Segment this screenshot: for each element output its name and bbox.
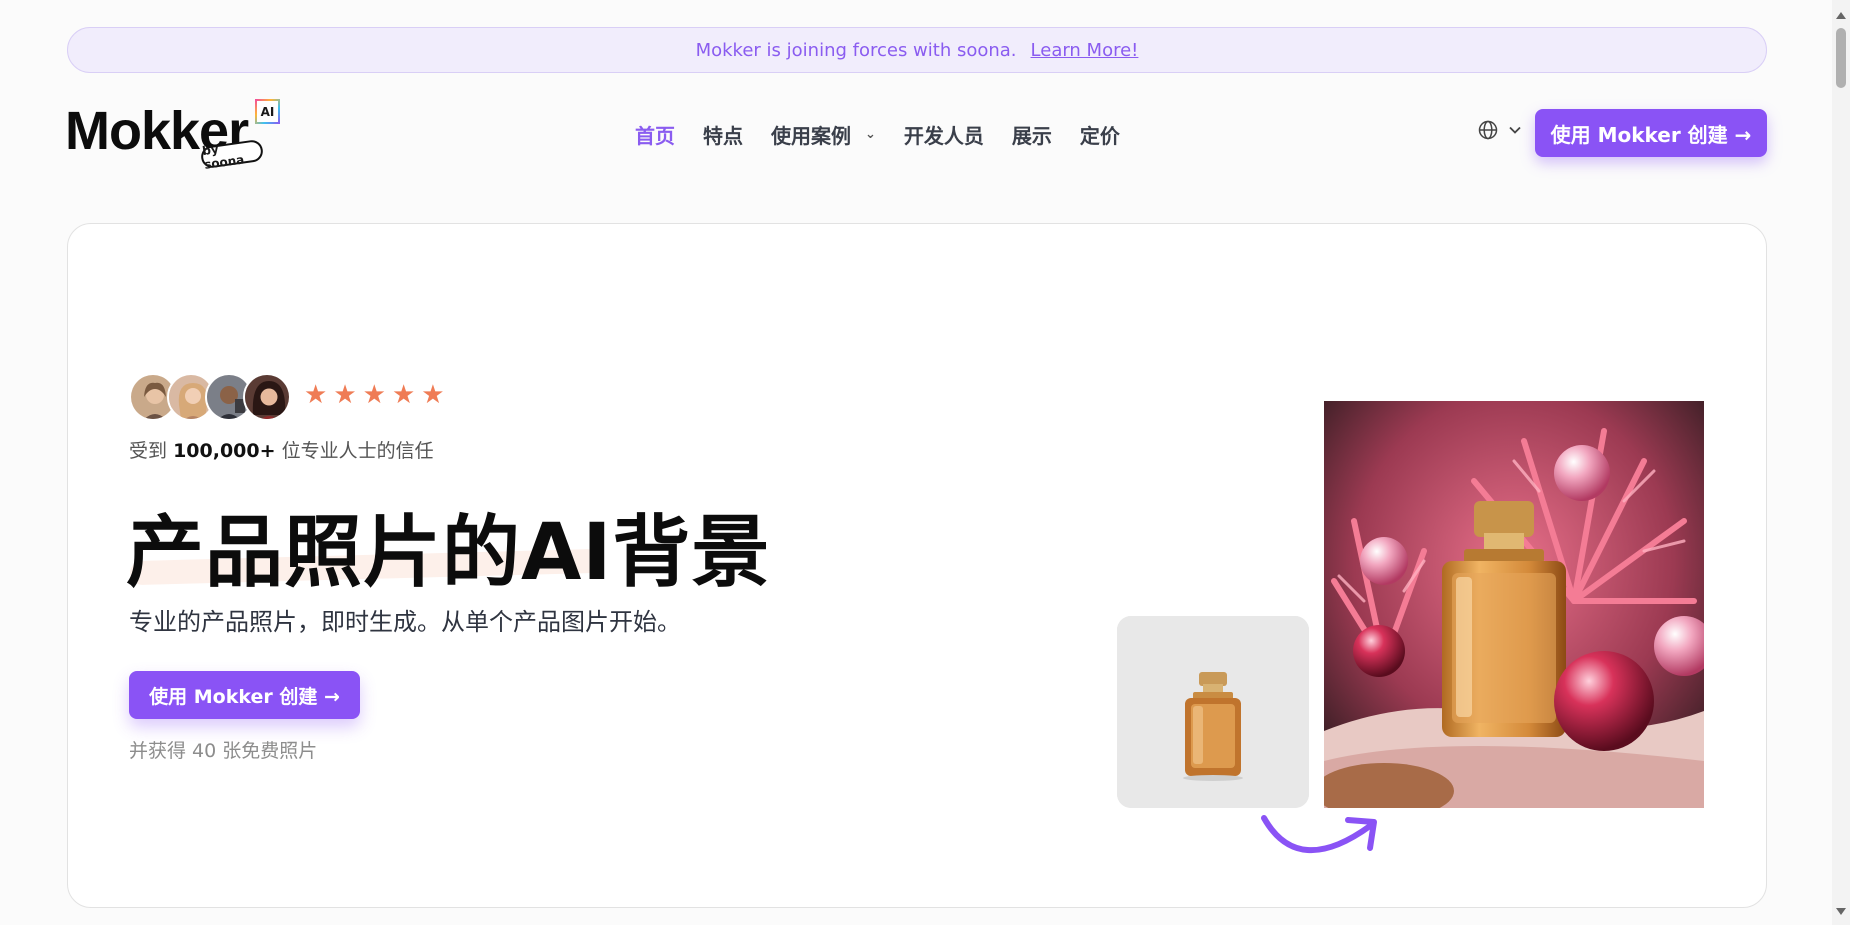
nav-item-showcase[interactable]: 展示 <box>1012 120 1052 149</box>
hero-headline: 产品照片的AI背景 <box>126 508 771 598</box>
nav-item-use-cases[interactable]: 使用案例 ⌄ <box>771 120 876 149</box>
after-product-image <box>1324 401 1704 808</box>
learn-more-link[interactable]: Learn More! <box>1031 40 1139 61</box>
announcement-banner: Mokker is joining forces with soona. Lea… <box>67 27 1767 73</box>
globe-icon <box>1478 120 1498 140</box>
star-icon: ★ <box>421 380 445 410</box>
nav-item-features[interactable]: 特点 <box>703 120 743 149</box>
language-selector[interactable] <box>1478 120 1522 140</box>
page-scrollbar[interactable] <box>1832 0 1850 925</box>
scroll-thumb[interactable] <box>1836 28 1846 88</box>
page: Mokker is joining forces with soona. Lea… <box>0 0 1850 925</box>
logo-byline: by soona <box>199 138 265 172</box>
hero-create-button[interactable]: 使用 Mokker 创建 → <box>129 671 360 719</box>
nav-item-use-cases-label: 使用案例 <box>771 123 851 148</box>
transform-arrow-icon <box>1261 815 1377 853</box>
before-product-image <box>1117 616 1309 808</box>
banner-text: Mokker is joining forces with soona. <box>695 39 1017 61</box>
mokker-logo[interactable]: Mokker AI by soona <box>65 96 295 176</box>
star-rating: ★ ★ ★ ★ ★ <box>304 380 445 410</box>
star-icon: ★ <box>304 380 328 410</box>
nav-item-pricing[interactable]: 定价 <box>1080 120 1120 149</box>
avatar <box>243 373 291 421</box>
header-create-button[interactable]: 使用 Mokker 创建 → <box>1535 109 1767 157</box>
trust-suffix: 位专业人士的信任 <box>281 440 434 462</box>
scroll-down-icon[interactable] <box>1836 908 1846 915</box>
nav-item-home[interactable]: 首页 <box>635 120 675 149</box>
scroll-up-icon[interactable] <box>1836 12 1846 19</box>
nav-item-developers[interactable]: 开发人员 <box>904 120 984 149</box>
hero-subhead: 专业的产品照片，即时生成。从单个产品图片开始。 <box>129 608 681 636</box>
star-icon: ★ <box>362 380 386 410</box>
chevron-down-icon <box>1509 126 1521 134</box>
main-nav: 首页 特点 使用案例 ⌄ 开发人员 展示 定价 <box>635 118 1120 150</box>
trust-statement: 受到 100,000+ 位专业人士的信任 <box>129 436 434 463</box>
trust-prefix: 受到 <box>129 440 168 462</box>
free-photos-note: 并获得 40 张免费照片 <box>129 740 318 762</box>
logo-ai-badge: AI <box>255 99 280 124</box>
user-avatars <box>129 373 291 421</box>
chevron-down-icon: ⌄ <box>865 126 876 142</box>
star-icon: ★ <box>333 380 357 410</box>
star-icon: ★ <box>391 380 416 410</box>
trust-count: 100,000+ <box>173 440 276 462</box>
